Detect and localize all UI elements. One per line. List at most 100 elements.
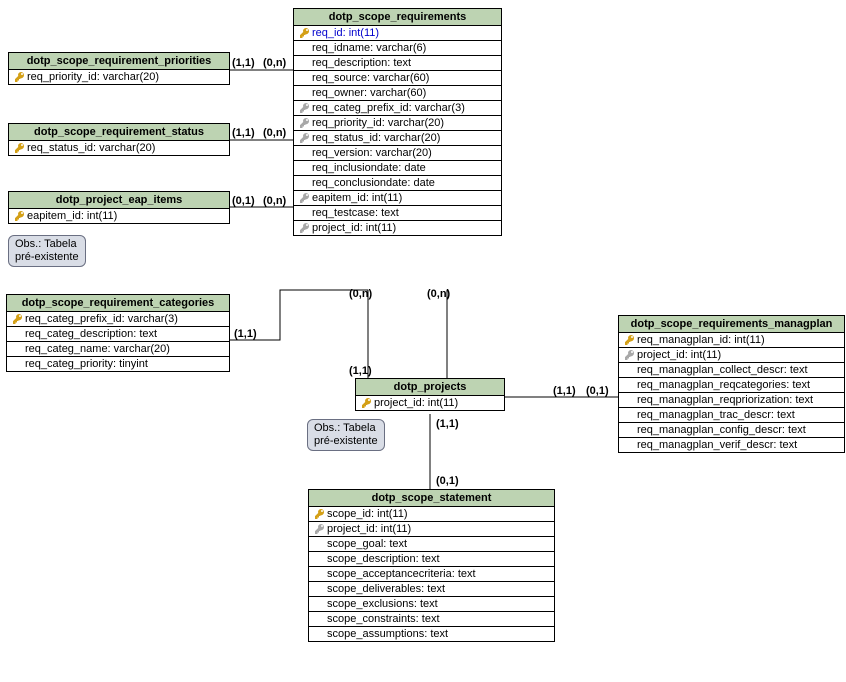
field-text: scope_goal: text — [327, 538, 407, 550]
field-text: req_version: varchar(20) — [312, 147, 432, 159]
field-row: req_testcase: text — [294, 206, 501, 221]
key-icon — [313, 523, 327, 535]
card: (0,n) — [263, 195, 286, 207]
field-row: req_managplan_config_descr: text — [619, 423, 844, 438]
field-text: req_source: varchar(60) — [312, 72, 429, 84]
field-row: req_categ_priority: tinyint — [7, 357, 229, 371]
note-eap: Obs.: Tabelapré-existente — [8, 235, 86, 267]
entity-title: dotp_scope_requirement_status — [9, 124, 229, 141]
field-row: req_managplan_id: int(11) — [619, 333, 844, 348]
entity-eap: dotp_project_eap_items eapitem_id: int(1… — [8, 191, 230, 224]
field-text: req_priority_id: varchar(20) — [312, 117, 444, 129]
entity-title: dotp_scope_requirement_categories — [7, 295, 229, 312]
field-text: project_id: int(11) — [637, 349, 721, 361]
field-text: scope_description: text — [327, 553, 440, 565]
entity-title: dotp_scope_statement — [309, 490, 554, 507]
key-icon — [623, 349, 637, 361]
field-row: req_priority_id: varchar(20) — [9, 70, 229, 84]
key-icon — [298, 27, 312, 39]
field-row: req_categ_name: varchar(20) — [7, 342, 229, 357]
entity-body: req_categ_prefix_id: varchar(3) req_categ… — [7, 312, 229, 371]
field-row: project_id: int(11) — [356, 396, 504, 410]
entity-body: req_priority_id: varchar(20) — [9, 70, 229, 84]
field-text: project_id: int(11) — [312, 222, 396, 234]
field-text: scope_assumptions: text — [327, 628, 448, 640]
field-row: project_id: int(11) — [294, 221, 501, 235]
field-text: scope_acceptancecriteria: text — [327, 568, 476, 580]
key-icon — [298, 192, 312, 204]
entity-title: dotp_scope_requirement_priorities — [9, 53, 229, 70]
note-projects: Obs.: Tabelapré-existente — [307, 419, 385, 451]
field-text: scope_constraints: text — [327, 613, 440, 625]
card: (1,1) — [436, 418, 459, 430]
key-icon — [298, 132, 312, 144]
field-row: req_inclusiondate: date — [294, 161, 501, 176]
entity-body: scope_id: int(11)project_id: int(11)scop… — [309, 507, 554, 641]
field-row: project_id: int(11) — [309, 522, 554, 537]
entity-body: project_id: int(11) — [356, 396, 504, 410]
card: (0,n) — [263, 57, 286, 69]
field-text: scope_id: int(11) — [327, 508, 408, 520]
key-icon — [11, 313, 25, 325]
entity-body: eapitem_id: int(11) — [9, 209, 229, 223]
field-text: req_managplan_collect_descr: text — [637, 364, 808, 376]
field-row: req_idname: varchar(6) — [294, 41, 501, 56]
field-row: scope_goal: text — [309, 537, 554, 552]
field-row: scope_exclusions: text — [309, 597, 554, 612]
field-row: req_owner: varchar(60) — [294, 86, 501, 101]
field-text: req_description: text — [312, 57, 411, 69]
field-row: req_categ_description: text — [7, 327, 229, 342]
entity-managplan: dotp_scope_requirements_managplan req_ma… — [618, 315, 845, 453]
card: (1,1) — [349, 365, 372, 377]
entity-projects: dotp_projects project_id: int(11) — [355, 378, 505, 411]
entity-status: dotp_scope_requirement_status req_status… — [8, 123, 230, 156]
field-text: req_categ_priority: tinyint — [25, 358, 148, 370]
card: (0,n) — [349, 288, 372, 300]
key-icon — [298, 222, 312, 234]
entity-priorities: dotp_scope_requirement_priorities req_pr… — [8, 52, 230, 85]
card: (1,1) — [232, 127, 255, 139]
field-text: req_categ_prefix_id: varchar(3) — [25, 313, 178, 325]
key-icon — [13, 210, 27, 222]
field-text: req_categ_prefix_id: varchar(3) — [312, 102, 465, 114]
field-row: req_managplan_verif_descr: text — [619, 438, 844, 452]
field-text: req_managplan_id: int(11) — [637, 334, 765, 346]
entity-body: req_status_id: varchar(20) — [9, 141, 229, 155]
field-row: scope_deliverables: text — [309, 582, 554, 597]
card: (0,1) — [436, 475, 459, 487]
field-row: req_managplan_reqpriorization: text — [619, 393, 844, 408]
field-row: req_id: int(11) — [294, 26, 501, 41]
field-text: req_managplan_config_descr: text — [637, 424, 806, 436]
field-row: scope_id: int(11) — [309, 507, 554, 522]
field-row: req_version: varchar(20) — [294, 146, 501, 161]
field-text: req_managplan_reqcategories: text — [637, 379, 810, 391]
field-text: req_owner: varchar(60) — [312, 87, 426, 99]
field-row: req_conclusiondate: date — [294, 176, 501, 191]
field-text: req_managplan_verif_descr: text — [637, 439, 797, 451]
card: (1,1) — [232, 57, 255, 69]
entity-title: dotp_scope_requirements — [294, 9, 501, 26]
field-text: eapitem_id: int(11) — [312, 192, 402, 204]
field-row: req_managplan_trac_descr: text — [619, 408, 844, 423]
field-row: req_managplan_reqcategories: text — [619, 378, 844, 393]
field-row: req_description: text — [294, 56, 501, 71]
card: (1,1) — [553, 385, 576, 397]
field-row: req_source: varchar(60) — [294, 71, 501, 86]
card: (1,1) — [234, 328, 257, 340]
card: (0,1) — [586, 385, 609, 397]
key-icon — [298, 102, 312, 114]
entity-body: req_id: int(11)req_idname: varchar(6) req… — [294, 26, 501, 235]
field-text: req_managplan_reqpriorization: text — [637, 394, 813, 406]
field-text: eapitem_id: int(11) — [27, 210, 117, 222]
card: (0,n) — [263, 127, 286, 139]
entity-categories: dotp_scope_requirement_categories req_ca… — [6, 294, 230, 372]
field-row: req_categ_prefix_id: varchar(3) — [294, 101, 501, 116]
entity-statement: dotp_scope_statement scope_id: int(11) pr… — [308, 489, 555, 642]
card: (0,n) — [427, 288, 450, 300]
field-row: scope_assumptions: text — [309, 627, 554, 641]
field-text: req_idname: varchar(6) — [312, 42, 426, 54]
field-text: req_managplan_trac_descr: text — [637, 409, 795, 421]
field-text: req_priority_id: varchar(20) — [27, 71, 159, 83]
entity-title: dotp_project_eap_items — [9, 192, 229, 209]
entity-title: dotp_scope_requirements_managplan — [619, 316, 844, 333]
